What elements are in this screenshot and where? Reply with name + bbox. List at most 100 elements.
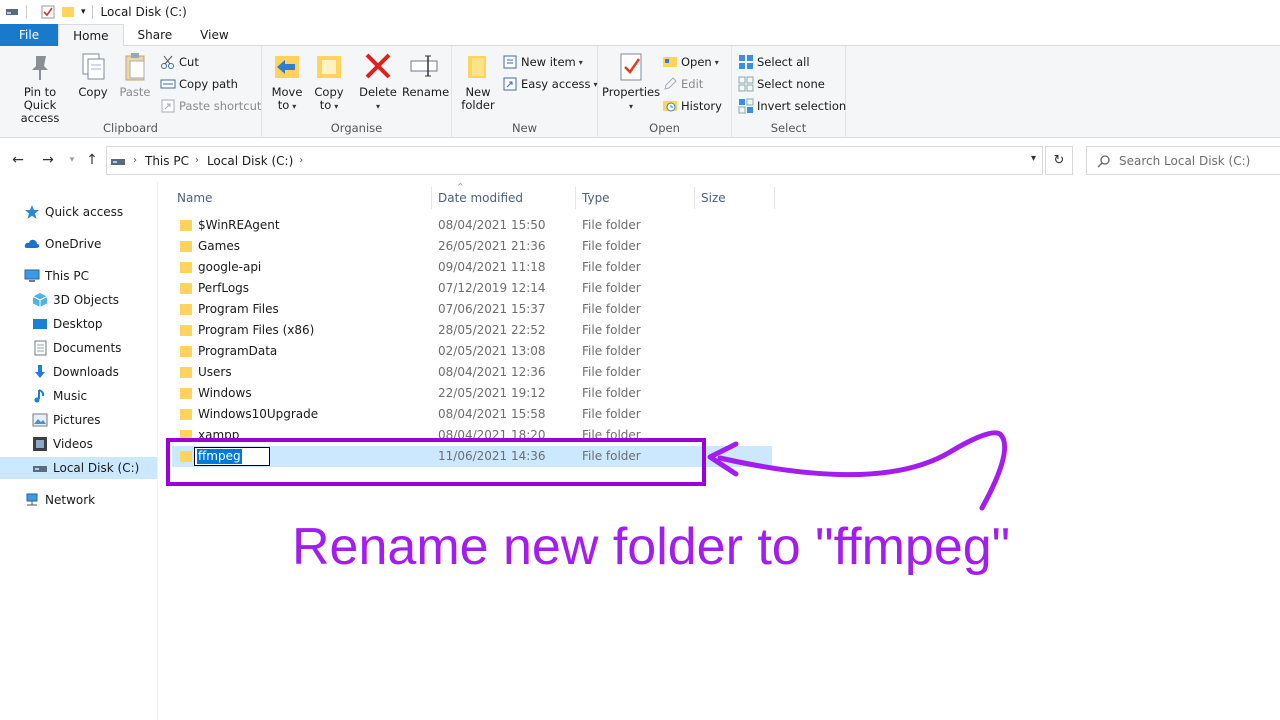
folder-icon (180, 304, 192, 315)
column-header-date-modified[interactable]: Date modified (432, 187, 576, 209)
edit-button[interactable]: Edit (662, 74, 703, 94)
paste-shortcut-button[interactable]: Paste shortcut (160, 96, 261, 116)
properties-button[interactable]: Properties ▾ (602, 50, 660, 113)
new-item-button[interactable]: New item ▾ (502, 52, 583, 72)
table-row[interactable]: Users 08/04/2021 12:36 File folder (172, 362, 772, 383)
breadcrumb-chevron-icon[interactable]: › (133, 155, 137, 166)
folder-icon (180, 283, 192, 294)
forward-arrow-icon[interactable]: → (38, 150, 58, 170)
table-row[interactable]: PerfLogs 07/12/2019 12:14 File folder (172, 278, 772, 299)
breadcrumb-this-pc[interactable]: This PC (145, 154, 189, 168)
chevron-down-icon: ▾ (292, 102, 297, 111)
table-row[interactable]: $WinREAgent 08/04/2021 15:50 File folder (172, 215, 772, 236)
star-icon (25, 205, 39, 219)
sidebar-item-local-disk[interactable]: Local Disk (C:) (0, 457, 157, 479)
row-type: File folder (582, 302, 641, 316)
tab-view[interactable]: View (186, 24, 242, 46)
toolbar-divider (26, 5, 27, 19)
network-icon (26, 493, 38, 506)
scissors-icon (161, 55, 174, 69)
pictures-icon (32, 413, 48, 427)
customize-toolbar-icon[interactable]: ▾ (81, 7, 86, 17)
row-name: PerfLogs (198, 281, 250, 295)
copy-button[interactable]: Copy (76, 50, 110, 99)
cloud-icon (24, 239, 40, 248)
address-bar[interactable]: › This PC › Local Disk (C:) › ▾ (106, 146, 1043, 175)
search-input[interactable]: Search Local Disk (C:) (1119, 154, 1250, 168)
properties-check-icon[interactable] (41, 5, 55, 19)
breadcrumb-local-disk[interactable]: Local Disk (C:) (207, 154, 293, 168)
rename-button[interactable]: Rename (402, 50, 449, 99)
invert-selection-button[interactable]: Invert selection (738, 96, 846, 116)
sidebar-item-videos[interactable]: Videos (32, 433, 93, 455)
up-arrow-icon[interactable]: ↑ (82, 150, 102, 170)
select-group: Select all Select none Invert selection … (732, 46, 846, 138)
row-name: google-api (198, 260, 262, 274)
refresh-icon[interactable]: ↻ (1045, 146, 1073, 175)
sidebar-item-network[interactable]: Network (24, 489, 95, 511)
history-button[interactable]: History (662, 96, 722, 116)
column-header-name[interactable]: Name (171, 187, 432, 209)
open-group-label: Open (649, 121, 680, 135)
table-row[interactable]: Program Files (x86) 28/05/2021 22:52 File … (172, 320, 772, 341)
table-row[interactable]: Windows 22/05/2021 19:12 File folder (172, 383, 772, 404)
sidebar-item-quick-access[interactable]: Quick access (24, 201, 123, 223)
sidebar-item-downloads[interactable]: Downloads (32, 361, 119, 383)
delete-button[interactable]: Delete ▾ (358, 50, 398, 113)
copy-to-button[interactable]: Copy to ▾ (310, 50, 348, 113)
row-type: File folder (582, 218, 641, 232)
folder-icon (180, 346, 192, 357)
row-date: 02/05/2021 13:08 (438, 344, 546, 358)
column-header-size[interactable]: Size (695, 187, 775, 209)
row-name: Games (198, 239, 240, 253)
search-icon (1097, 154, 1110, 167)
table-row[interactable]: Windows10Upgrade 08/04/2021 15:58 File fol… (172, 404, 772, 425)
select-none-button[interactable]: Select none (738, 74, 825, 94)
recent-locations-chevron-icon[interactable]: ▾ (62, 150, 82, 170)
paste-button[interactable]: Paste (116, 50, 154, 99)
drive-icon (111, 158, 125, 165)
table-row[interactable]: Program Files 07/06/2021 15:37 File folder (172, 299, 772, 320)
column-header-type[interactable]: Type (576, 187, 695, 209)
open-button[interactable]: Open ▾ (662, 52, 719, 72)
new-item-icon (503, 55, 517, 69)
sidebar-item-this-pc[interactable]: This PC (24, 265, 89, 287)
tab-home[interactable]: Home (58, 24, 124, 47)
address-dropdown-chevron-icon[interactable]: ▾ (1031, 153, 1036, 164)
breadcrumb-chevron-icon[interactable]: › (299, 155, 303, 166)
ribbon-tabs: File Home Share View (0, 24, 1280, 47)
tab-file[interactable]: File (0, 24, 59, 46)
breadcrumb-chevron-icon[interactable]: › (195, 155, 199, 166)
tab-share[interactable]: Share (124, 24, 187, 46)
cut-button[interactable]: Cut (160, 52, 199, 72)
move-to-button[interactable]: Move to ▾ (268, 50, 306, 113)
copy-icon (82, 53, 105, 80)
copy-path-button[interactable]: Copy path (160, 74, 238, 94)
table-row[interactable]: google-api 09/04/2021 11:18 File folder (172, 257, 772, 278)
open-group: Properties ▾ Open ▾ Edit History Open (598, 46, 732, 138)
sidebar-item-3d-objects[interactable]: 3D Objects (32, 289, 119, 311)
pin-to-quick-access-button[interactable]: Pin to Quick access (6, 50, 74, 125)
select-all-button[interactable]: Select all (738, 52, 810, 72)
sidebar-item-desktop[interactable]: Desktop (32, 313, 103, 335)
invert-selection-icon (738, 98, 754, 114)
new-folder-icon[interactable] (61, 5, 75, 19)
new-folder-button[interactable]: New folder (458, 50, 498, 112)
table-row[interactable]: Games 26/05/2021 21:36 File folder (172, 236, 772, 257)
row-name: ProgramData (198, 344, 278, 358)
row-date: 09/04/2021 11:18 (438, 260, 546, 274)
table-row[interactable]: ProgramData 02/05/2021 13:08 File folder (172, 341, 772, 362)
navigation-pane: Quick access OneDrive This PC 3D Objects… (0, 182, 158, 720)
sidebar-item-pictures[interactable]: Pictures (32, 409, 101, 431)
easy-access-button[interactable]: Easy access ▾ (502, 74, 598, 94)
sidebar-item-music[interactable]: Music (32, 385, 87, 407)
sidebar-item-documents[interactable]: Documents (32, 337, 121, 359)
row-type: File folder (582, 281, 641, 295)
delete-x-icon (365, 53, 391, 79)
search-box[interactable]: Search Local Disk (C:) (1086, 146, 1280, 175)
properties-icon (620, 53, 642, 81)
select-all-icon (739, 55, 753, 69)
chevron-down-icon: ▾ (578, 57, 583, 67)
sidebar-item-onedrive[interactable]: OneDrive (24, 233, 101, 255)
back-arrow-icon[interactable]: ← (8, 150, 28, 170)
